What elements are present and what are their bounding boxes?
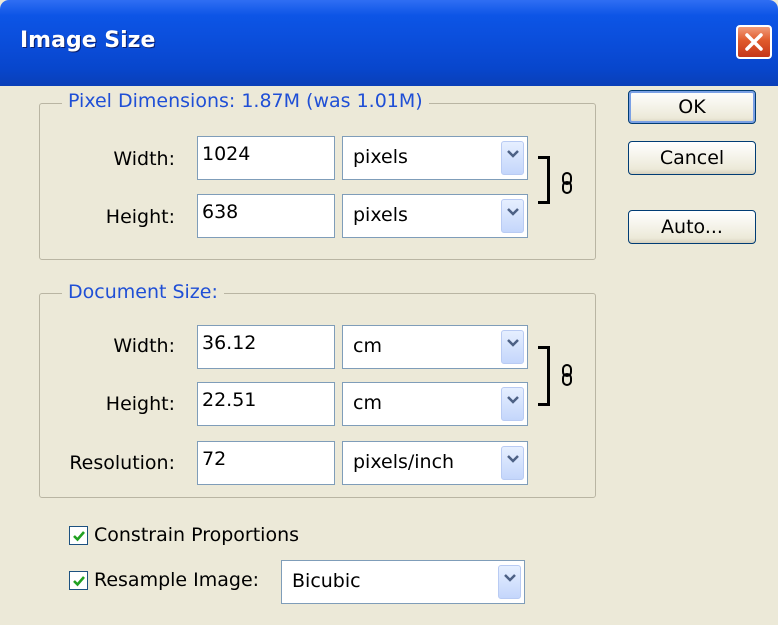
resolution-unit-select[interactable]: pixels/inch (342, 441, 528, 485)
chevron-down-icon[interactable] (501, 387, 524, 421)
constrain-proportions-label[interactable]: Constrain Proportions (94, 524, 299, 546)
chevron-down-icon[interactable] (501, 141, 524, 175)
resolution-unit-value: pixels/inch (353, 451, 455, 473)
image-size-dialog: Image Size Pixel Dimensions: 1.87M (was … (0, 0, 778, 625)
pixel-height-input[interactable]: 638 (197, 194, 335, 238)
chain-link-icon (562, 364, 572, 386)
chevron-down-icon[interactable] (501, 446, 524, 480)
link-bracket (538, 156, 550, 204)
resolution-input[interactable]: 72 (197, 441, 335, 485)
checkmark-icon (73, 576, 85, 587)
chevron-down-icon[interactable] (498, 565, 521, 599)
resample-image-label[interactable]: Resample Image: (94, 569, 259, 591)
close-icon (745, 33, 763, 51)
window-title: Image Size (20, 28, 156, 53)
doc-width-unit-value: cm (353, 335, 382, 357)
doc-width-input[interactable]: 36.12 (197, 325, 335, 369)
pixel-width-unit-value: pixels (353, 146, 408, 168)
doc-height-unit-select[interactable]: cm (342, 382, 528, 426)
pixel-height-unit-value: pixels (353, 204, 408, 226)
pixel-dimensions-title: Pixel Dimensions: 1.87M (was 1.01M) (62, 90, 429, 112)
constrain-proportions-checkbox[interactable] (69, 526, 88, 545)
pixel-height-unit-select[interactable]: pixels (342, 194, 528, 238)
close-button[interactable] (736, 25, 772, 59)
resample-image-checkbox[interactable] (69, 571, 88, 590)
pixel-width-unit-select[interactable]: pixels (342, 136, 528, 180)
auto-button[interactable]: Auto... (628, 210, 756, 244)
doc-width-label: Width: (113, 335, 175, 357)
chain-link-icon (562, 172, 572, 194)
title-bar[interactable]: Image Size (0, 0, 778, 86)
pixel-width-label: Width: (113, 148, 175, 170)
resample-method-select[interactable]: Bicubic (281, 560, 525, 604)
ok-button[interactable]: OK (628, 90, 756, 124)
resolution-label: Resolution: (69, 452, 175, 474)
pixel-width-input[interactable]: 1024 (197, 136, 335, 180)
doc-height-input[interactable]: 22.51 (197, 382, 335, 426)
link-bracket (538, 346, 550, 406)
resample-method-value: Bicubic (292, 570, 361, 592)
chevron-down-icon[interactable] (501, 199, 524, 233)
doc-width-unit-select[interactable]: cm (342, 325, 528, 369)
cancel-button[interactable]: Cancel (628, 141, 756, 175)
checkmark-icon (73, 531, 85, 542)
doc-height-label: Height: (105, 393, 175, 415)
chevron-down-icon[interactable] (501, 330, 524, 364)
document-size-title: Document Size: (62, 281, 224, 303)
pixel-height-label: Height: (105, 206, 175, 228)
doc-height-unit-value: cm (353, 392, 382, 414)
